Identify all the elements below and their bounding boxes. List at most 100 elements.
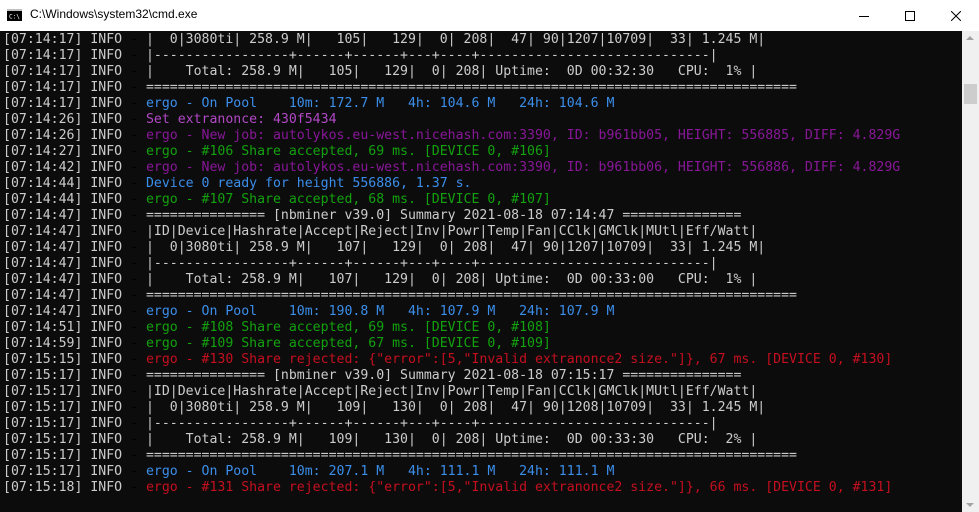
console-line: [07:14:51] INFO - ergo - #108 Share acce…	[3, 320, 551, 335]
console-line: [07:14:17] INFO - | Total: 258.9 M| 105|…	[3, 64, 758, 79]
log-timestamp: [07:15:17]	[3, 448, 83, 463]
log-timestamp: [07:14:51]	[3, 320, 83, 335]
console-line: [07:14:42] INFO - ergo - New job: autoly…	[3, 160, 901, 175]
console-line: [07:14:47] INFO - ergo - On Pool 10m: 19…	[3, 304, 615, 319]
log-message: ========================================…	[145, 288, 797, 303]
log-timestamp: [07:14:47]	[3, 288, 83, 303]
log-level: INFO	[90, 272, 123, 287]
log-level: INFO	[90, 144, 123, 159]
console-line: [07:15:17] INFO - |-----------------+---…	[3, 416, 718, 431]
scroll-down-arrow-icon[interactable]	[966, 503, 974, 507]
window-title: C:\Windows\system32\cmd.exe	[30, 7, 198, 21]
log-timestamp: [07:14:42]	[3, 160, 83, 175]
log-level: INFO	[90, 128, 123, 143]
console-line: [07:15:17] INFO - | 0|3080ti| 258.9 M| 1…	[3, 400, 766, 415]
console-line: [07:14:44] INFO - ergo - #107 Share acce…	[3, 192, 551, 207]
log-level: INFO	[90, 336, 123, 351]
log-timestamp: [07:14:44]	[3, 176, 83, 191]
log-message: ========================================…	[145, 448, 797, 463]
log-level: INFO	[90, 48, 123, 63]
log-message: ergo - #106 Share accepted, 69 ms. [DEVI…	[145, 144, 551, 159]
console-line: [07:14:44] INFO - Device 0 ready for hei…	[3, 176, 472, 191]
log-level: INFO	[90, 64, 123, 79]
console-line: [07:14:27] INFO - ergo - #106 Share acce…	[3, 144, 551, 159]
log-timestamp: [07:14:17]	[3, 32, 83, 47]
log-level: INFO	[90, 368, 123, 383]
log-level: INFO	[90, 384, 123, 399]
log-timestamp: [07:15:17]	[3, 432, 83, 447]
log-level: INFO	[90, 224, 123, 239]
log-timestamp: [07:14:47]	[3, 272, 83, 287]
log-message: =============== [nbminer v39.0] Summary …	[145, 208, 742, 223]
log-timestamp: [07:15:17]	[3, 464, 83, 479]
log-message: |-----------------+------+------+---+---…	[145, 256, 718, 271]
console-line: [07:15:18] INFO - ergo - #131 Share reje…	[3, 480, 893, 495]
maximize-button[interactable]	[887, 0, 933, 31]
title-bar[interactable]: C:\ C:\Windows\system32\cmd.exe	[0, 0, 979, 31]
log-level: INFO	[90, 256, 123, 271]
log-level: INFO	[90, 80, 123, 95]
close-button[interactable]	[933, 0, 979, 31]
log-level: INFO	[90, 416, 123, 431]
console-line: [07:14:17] INFO - |-----------------+---…	[3, 48, 718, 63]
log-message: | 0|3080ti| 258.9 M| 107| 129| 0| 208| 4…	[145, 240, 766, 255]
log-message: | Total: 258.9 M| 107| 129| 0| 208| Upti…	[145, 272, 758, 287]
vertical-scrollbar[interactable]	[962, 31, 979, 512]
log-message: ergo - New job: autolykos.eu-west.niceha…	[145, 128, 901, 143]
log-level: INFO	[90, 432, 123, 447]
log-level: INFO	[90, 192, 123, 207]
log-message: ergo - New job: autolykos.eu-west.niceha…	[145, 160, 901, 175]
console-line: [07:15:17] INFO - ergo - On Pool 10m: 20…	[3, 464, 615, 479]
log-message: | 0|3080ti| 258.9 M| 105| 129| 0| 208| 4…	[145, 32, 766, 47]
log-message: ergo - On Pool 10m: 172.7 M 4h: 104.6 M …	[145, 96, 615, 111]
log-level: INFO	[90, 400, 123, 415]
log-level: INFO	[90, 480, 123, 495]
log-message: ergo - #131 Share rejected: {"error":[5,…	[145, 480, 893, 495]
scroll-up-arrow-icon[interactable]	[966, 36, 974, 40]
log-message: | Total: 258.9 M| 109| 130| 0| 208| Upti…	[145, 432, 758, 447]
log-message: Device 0 ready for height 556886, 1.37 s…	[145, 176, 472, 191]
console-line: [07:14:17] INFO - ergo - On Pool 10m: 17…	[3, 96, 615, 111]
log-level: INFO	[90, 160, 123, 175]
log-timestamp: [07:15:17]	[3, 400, 83, 415]
log-message: ergo - #107 Share accepted, 68 ms. [DEVI…	[145, 192, 551, 207]
console-line: [07:14:59] INFO - ergo - #109 Share acce…	[3, 336, 551, 351]
minimize-button[interactable]	[841, 0, 887, 31]
log-message: Set extranonce: 430f5434	[145, 112, 337, 127]
log-timestamp: [07:14:26]	[3, 112, 83, 127]
console-line: [07:15:17] INFO - ======================…	[3, 448, 797, 463]
log-message: ergo - #109 Share accepted, 67 ms. [DEVI…	[145, 336, 551, 351]
log-timestamp: [07:14:47]	[3, 240, 83, 255]
console-line: [07:14:47] INFO - ======================…	[3, 288, 797, 303]
log-timestamp: [07:14:47]	[3, 208, 83, 223]
log-level: INFO	[90, 448, 123, 463]
log-level: INFO	[90, 208, 123, 223]
log-timestamp: [07:14:17]	[3, 64, 83, 79]
log-timestamp: [07:14:44]	[3, 192, 83, 207]
log-message: ergo - #108 Share accepted, 69 ms. [DEVI…	[145, 320, 551, 335]
console-line: [07:14:17] INFO - | 0|3080ti| 258.9 M| 1…	[3, 32, 766, 47]
log-level: INFO	[90, 112, 123, 127]
log-level: INFO	[90, 32, 123, 47]
log-message: |-----------------+------+------+---+---…	[145, 416, 718, 431]
log-level: INFO	[90, 96, 123, 111]
log-message: |ID|Device|Hashrate|Accept|Reject|Inv|Po…	[145, 384, 758, 399]
log-level: INFO	[90, 304, 123, 319]
close-icon	[951, 10, 961, 21]
cmd-icon: C:\	[7, 9, 22, 21]
log-timestamp: [07:14:17]	[3, 96, 83, 111]
console-line: [07:15:15] INFO - ergo - #130 Share reje…	[3, 352, 893, 367]
console-line: [07:14:26] INFO - Set extranonce: 430f54…	[3, 112, 337, 127]
log-message: |ID|Device|Hashrate|Accept|Reject|Inv|Po…	[145, 224, 758, 239]
console-output[interactable]: [07:14:17] INFO - | 0|3080ti| 258.9 M| 1…	[0, 31, 962, 512]
console-line: [07:15:17] INFO - =============== [nbmin…	[3, 368, 742, 383]
log-level: INFO	[90, 352, 123, 367]
log-message: ergo - #130 Share rejected: {"error":[5,…	[145, 352, 893, 367]
log-timestamp: [07:14:17]	[3, 80, 83, 95]
log-timestamp: [07:15:15]	[3, 352, 83, 367]
log-timestamp: [07:14:47]	[3, 304, 83, 319]
log-timestamp: [07:14:59]	[3, 336, 83, 351]
scrollbar-thumb[interactable]	[964, 84, 977, 104]
log-timestamp: [07:14:26]	[3, 128, 83, 143]
console-line: [07:15:17] INFO - | Total: 258.9 M| 109|…	[3, 432, 758, 447]
